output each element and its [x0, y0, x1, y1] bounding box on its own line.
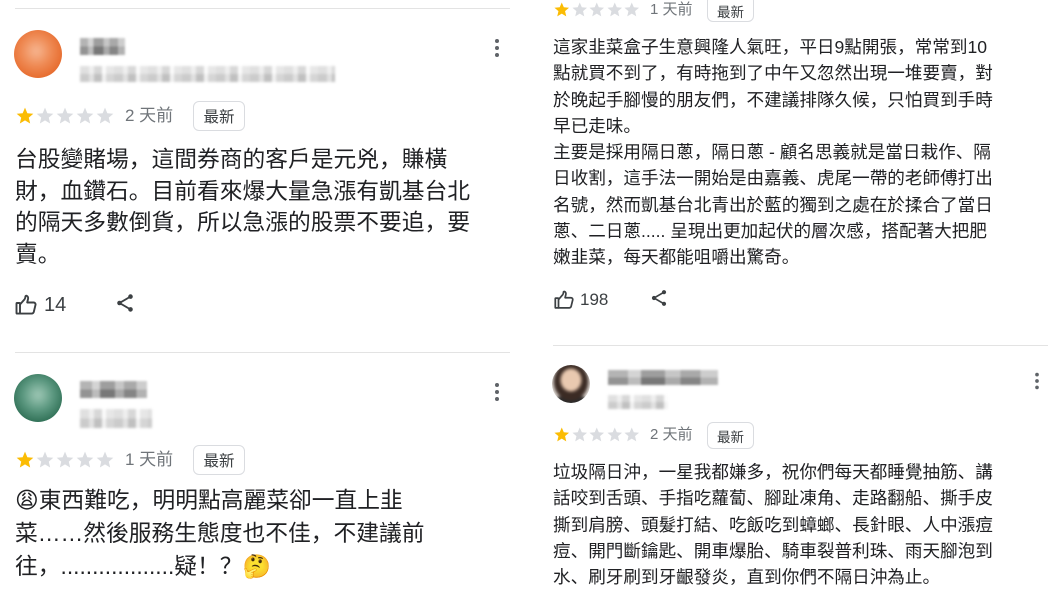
review-text-line: 痘、開門斷鑰匙、開車爆胎、騎車裂普利珠、雨天腳泡到 [553, 540, 993, 561]
review-text-line: 賣。 [15, 240, 61, 267]
star-empty-icon [96, 451, 114, 468]
share-icon[interactable] [649, 288, 669, 308]
star-empty-icon [36, 451, 54, 468]
reviewer-meta-redacted [80, 409, 152, 428]
like-count: 198 [580, 290, 609, 309]
review-text-line: 往，..................疑！？🤔 [15, 553, 271, 579]
thumb-up-icon [15, 294, 37, 315]
star-filled-icon [554, 2, 570, 17]
review-text: 垃圾隔日沖，一星我都嫌多，祝你們每天都睡覺抽筋、講 話咬到舌頭、手指吃蘿蔔、腳趾… [553, 459, 993, 590]
more-vert-icon[interactable] [1026, 370, 1048, 392]
star-filled-icon [16, 107, 34, 124]
review-text-line: 水、刷牙刷到牙齦發炎，直到你們不隔日沖為止。 [553, 567, 941, 587]
star-empty-icon [571, 427, 587, 442]
review-text-line: 這家韭菜盒子生意興隆人氣旺，平日9點開張，常常到10 [553, 37, 988, 57]
review-time: 2 天前 [650, 426, 693, 443]
reviewer-name-redacted[interactable] [608, 370, 718, 385]
star-empty-icon [76, 107, 94, 124]
review-text-line: 日收割，這手法一開始是由嘉義、虎尾一帶的老師傅打出 [553, 168, 993, 189]
star-empty-icon [606, 427, 622, 442]
star-empty-icon [606, 2, 622, 17]
review-text-line: 菜……然後服務生態度也不佳，不建議前 [15, 520, 425, 546]
more-vert-icon[interactable] [485, 380, 509, 404]
review-text-line: 話咬到舌頭、手指吃蘿蔔、腳趾凍角、走路翻船、撕手皮 [553, 488, 993, 509]
thumb-up-icon [554, 290, 574, 309]
review-text-line: 😩東西難吃，明明點高麗菜卻一直上韭 [15, 487, 403, 513]
reviews-collage: 2 天前 最新 台股變賭場，這間券商的客戶是元兇，賺橫 財，血鑽石。目前看來爆大… [0, 0, 1060, 596]
newest-badge: 最新 [193, 445, 245, 475]
review-text-line: 點就買不到了，有時拖到了中午又忽然出現一堆要賣，對 [553, 63, 993, 84]
star-empty-icon [36, 107, 54, 124]
star-empty-icon [571, 2, 587, 17]
reviewer-meta-redacted [80, 66, 335, 82]
review-time: 2 天前 [125, 106, 174, 125]
more-vert-icon[interactable] [485, 36, 509, 60]
star-rating [15, 450, 115, 470]
star-empty-icon [624, 2, 640, 17]
reviewer-meta-redacted [608, 395, 668, 409]
newest-badge: 最新 [193, 101, 245, 131]
avatar[interactable] [14, 30, 62, 78]
review-text-line: 台股變賭場，這間券商的客戶是元兇，賺橫 [15, 146, 448, 172]
star-filled-icon [16, 451, 34, 468]
newest-badge: 最新 [707, 0, 754, 22]
reviewer-name-redacted[interactable] [80, 381, 147, 398]
like-button[interactable]: 14 [14, 293, 66, 317]
star-empty-icon [589, 427, 605, 442]
like-count: 14 [44, 294, 67, 316]
avatar[interactable] [552, 365, 590, 403]
like-button[interactable]: 198 [553, 289, 608, 311]
review-time: 1 天前 [650, 1, 693, 18]
divider [553, 345, 1048, 346]
avatar[interactable] [14, 374, 62, 422]
star-filled-icon [554, 427, 570, 442]
review-text-line: 垃圾隔日沖，一星我都嫌多，祝你們每天都睡覺抽筋、講 [553, 462, 993, 482]
review-text-line: 早已走味。 [553, 115, 641, 136]
review-text-line: 嫩韭菜，每天都能咀嚼出驚奇。 [553, 247, 800, 267]
star-empty-icon [624, 427, 640, 442]
star-rating [553, 426, 641, 444]
divider [15, 8, 510, 9]
star-empty-icon [56, 107, 74, 124]
star-empty-icon [56, 451, 74, 468]
share-icon[interactable] [114, 292, 136, 314]
review-text-line: 名號，然而凱基台北青出於藍的獨到之處在於揉合了當日 [553, 194, 993, 215]
review-text-line: 主要是採用隔日蔥，隔日蔥 - 顧名思義就是當日栽作、隔 [553, 142, 991, 162]
star-rating [553, 1, 641, 19]
review-text: 😩東西難吃，明明點高麗菜卻一直上韭 菜……然後服務生態度也不佳，不建議前 往，.… [15, 484, 425, 583]
review-text: 這家韭菜盒子生意興隆人氣旺，平日9點開張，常常到10 點就買不到了，有時拖到了中… [553, 34, 993, 270]
review-text-line: 於晚起手腳慢的朋友們，不建議排隊久候，只怕買到手時 [553, 89, 993, 110]
star-empty-icon [589, 2, 605, 17]
review-text-line: 蔥、二日蔥..... 呈現出更加起伏的層次感，搭配著大把肥 [553, 220, 987, 241]
review-text-line: 財，血鑽石。目前看來爆大量急漲有凱基台北 [15, 177, 470, 204]
star-empty-icon [76, 451, 94, 468]
review-text-line: 撕到肩膀、頭髮打結、吃飯吃到蟑螂、長針眼、人中漲痘 [553, 514, 993, 535]
review-text-line: 的隔天多數倒貨，所以急漲的股票不要追，要 [15, 209, 470, 235]
star-empty-icon [96, 107, 114, 124]
newest-badge: 最新 [707, 422, 754, 449]
divider [15, 352, 510, 353]
review-text: 台股變賭場，這間券商的客戶是元兇，賺橫 財，血鑽石。目前看來爆大量急漲有凱基台北… [15, 144, 470, 270]
review-time: 1 天前 [125, 450, 174, 469]
reviewer-name-redacted[interactable] [80, 38, 125, 55]
star-rating [15, 106, 115, 126]
